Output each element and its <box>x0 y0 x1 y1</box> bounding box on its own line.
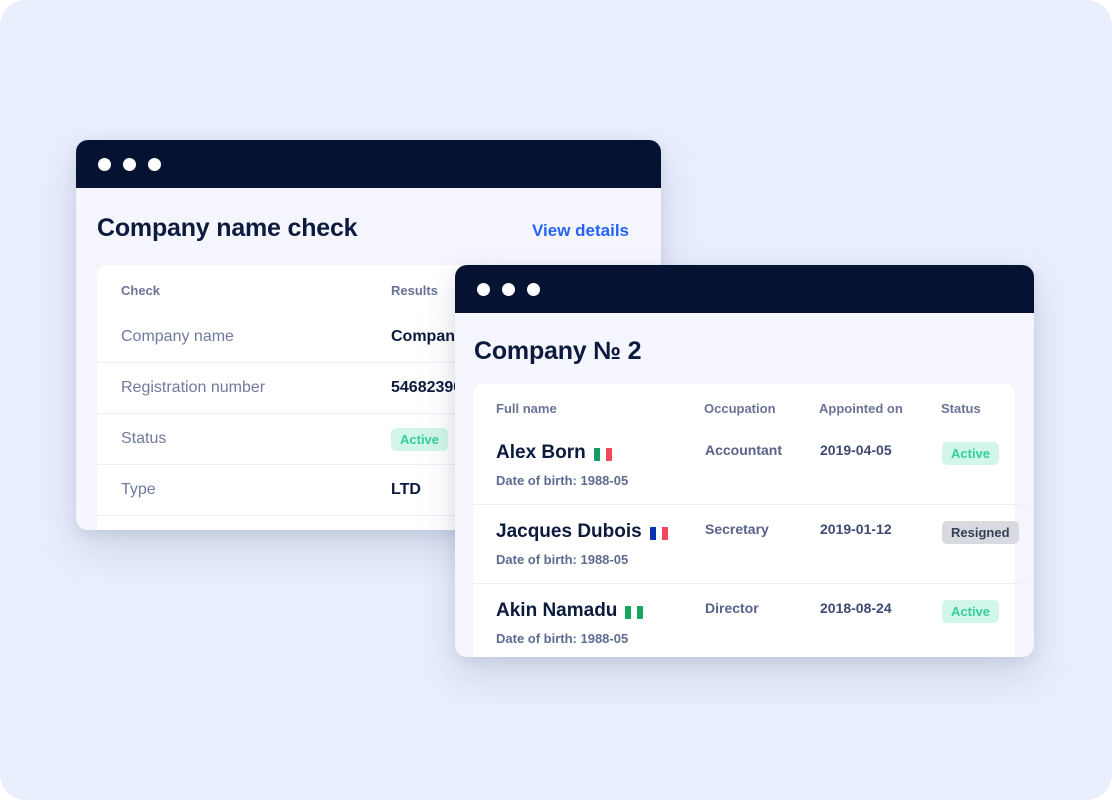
view-details-link[interactable]: View details <box>532 221 629 241</box>
officer-date-of-birth: Date of birth: 1988-05 <box>496 552 629 567</box>
row-label-type: Type <box>97 464 367 516</box>
window-dot-close-icon[interactable] <box>477 282 490 296</box>
officer-appointed-on: 2018-08-24 <box>819 583 941 657</box>
officer-appointed-on: 2019-01-12 <box>819 504 941 584</box>
status-badge: Resigned <box>942 521 1019 544</box>
page-canvas: Company name check View details Check Re… <box>0 0 1112 800</box>
flag-france-icon <box>649 526 668 540</box>
officer-date-of-birth: Date of birth: 1988-05 <box>496 473 629 488</box>
column-header-appointed-on: Appointed on <box>819 401 903 416</box>
column-header-full-name: Full name <box>496 401 557 416</box>
window-dot-minimize-icon[interactable] <box>502 282 515 296</box>
officer-name: Alex Born <box>496 442 586 463</box>
window-body: Company № 2 Full name Occupation Appoint… <box>455 313 1034 657</box>
officers-panel: Full name Occupation Appointed on Status… <box>473 384 1031 657</box>
officer-date-of-birth: Date of birth: 1988-05 <box>496 631 629 646</box>
row-label-registration-number: Registration number <box>97 362 367 414</box>
page-title: Company name check <box>97 214 358 242</box>
officer-name-row: Akin Namadu <box>496 600 703 622</box>
table-row: Alex Born Date of birth: 1988-05 Account… <box>473 426 1031 505</box>
officer-name-cell: Akin Namadu Date of birth: 1988-05 <box>473 583 704 657</box>
window-dot-maximize-icon[interactable] <box>527 282 540 296</box>
officer-name-cell: Jacques Dubois Date of birth: 1988-05 <box>473 504 704 584</box>
officer-name: Jacques Dubois <box>496 521 642 542</box>
flag-nigeria-icon <box>625 605 644 619</box>
officer-occupation: Secretary <box>704 504 819 584</box>
window-dot-minimize-icon[interactable] <box>123 157 136 171</box>
row-label-incorporated-on: Incorporated on <box>97 515 367 530</box>
officer-status-cell: Active <box>941 583 1031 657</box>
table-header-row: Full name Occupation Appointed on Status <box>473 384 1031 426</box>
officer-name-row: Jacques Dubois <box>496 521 703 543</box>
card-header: Company name check View details <box>76 188 661 243</box>
officer-name-row: Alex Born <box>496 442 703 464</box>
row-label-status: Status <box>97 413 367 465</box>
officer-appointed-on: 2019-04-05 <box>820 442 892 458</box>
officer-name: Akin Namadu <box>496 600 618 621</box>
table-row: Jacques Dubois Date of birth: 1988-05 Se… <box>473 504 1031 584</box>
table-row: Akin Namadu Date of birth: 1988-05 Direc… <box>473 583 1031 657</box>
window-titlebar <box>455 265 1034 313</box>
status-badge: Active <box>942 600 1000 623</box>
page-title: Company № 2 <box>474 337 642 365</box>
window-dot-maximize-icon[interactable] <box>148 157 161 171</box>
column-header-check: Check <box>121 283 161 298</box>
flag-italy-icon <box>593 447 612 461</box>
officer-status-cell: Resigned <box>941 504 1031 584</box>
company-officers-window: Company № 2 Full name Occupation Appoint… <box>455 265 1034 657</box>
status-badge: Active <box>391 427 449 451</box>
officer-occupation: Accountant <box>705 442 782 458</box>
column-header-status: Status <box>941 401 981 416</box>
window-dot-close-icon[interactable] <box>98 157 111 171</box>
officer-status-cell: Active <box>941 426 1031 505</box>
officers-table: Full name Occupation Appointed on Status… <box>473 384 1031 657</box>
window-titlebar <box>76 140 661 188</box>
column-header-occupation: Occupation <box>704 401 776 416</box>
status-badge: Active <box>942 442 1000 465</box>
row-label-company-name: Company name <box>121 328 234 345</box>
officer-name-cell: Alex Born Date of birth: 1988-05 <box>473 426 704 505</box>
officer-occupation: Director <box>704 583 819 657</box>
